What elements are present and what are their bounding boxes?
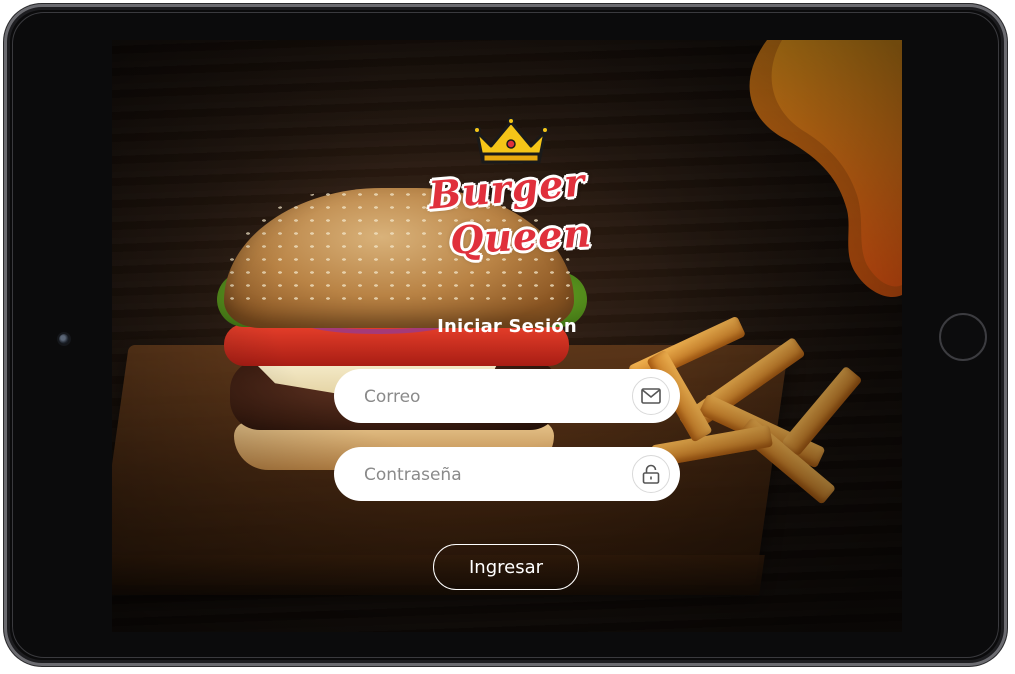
orange-blob-decoration [749, 40, 902, 298]
brand-logo: Burger Queen [417, 116, 597, 294]
password-input[interactable] [362, 447, 626, 503]
front-camera [59, 334, 69, 344]
unlock-icon [632, 455, 670, 493]
login-title: Iniciar Sesión [437, 316, 577, 337]
email-input[interactable] [362, 369, 626, 425]
email-field [334, 369, 680, 425]
mail-icon [632, 377, 670, 415]
login-button[interactable]: Ingresar [433, 544, 579, 590]
brand-name-line1: Burger [427, 159, 587, 218]
login-screen: Burger Queen Iniciar Sesión Correo Ingre… [112, 40, 902, 632]
brand-name-line2: Queen [449, 210, 593, 263]
password-field [334, 447, 680, 503]
tablet-frame: Burger Queen Iniciar Sesión Correo Ingre… [4, 4, 1007, 666]
home-button[interactable] [939, 313, 987, 361]
crown-icon [473, 117, 549, 164]
